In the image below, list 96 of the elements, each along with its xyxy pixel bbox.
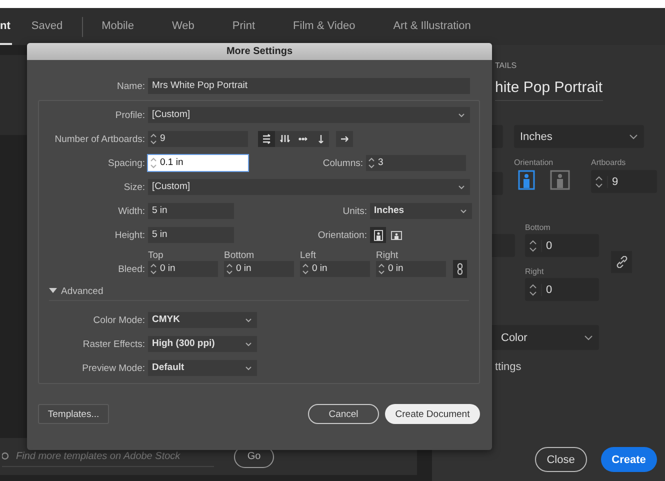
- row-arrow-icon: [298, 134, 308, 144]
- disclosure-triangle-icon: [49, 288, 57, 294]
- link-icon: [616, 256, 628, 268]
- more-settings-link[interactable]: ttings: [495, 361, 522, 373]
- close-button[interactable]: Close: [535, 447, 587, 472]
- stepper-icon: [378, 263, 385, 275]
- tab[interactable]: Web: [153, 8, 214, 45]
- settings-dropdown[interactable]: High (300 ppi): [148, 336, 257, 352]
- landscape-icon[interactable]: [550, 170, 570, 190]
- height-field[interactable]: 5 in: [148, 227, 234, 243]
- bleed-side-label: Top: [148, 250, 164, 260]
- section-label: TAILS: [495, 61, 517, 71]
- tab[interactable]: nt: [0, 8, 12, 45]
- artboards-label: Artboards: [591, 158, 627, 167]
- right-arrow-icon: [340, 134, 350, 144]
- width-field[interactable]: 5 in: [148, 203, 234, 219]
- bleed-side-label: Bottom: [224, 250, 256, 260]
- field-label: Orientation:: [316, 230, 367, 240]
- chevron-icon: [245, 342, 252, 346]
- bleed-side-label: Right: [376, 250, 400, 260]
- bottom-label: Bottom: [525, 223, 552, 232]
- spacing-spinner[interactable]: 0.1 in: [148, 155, 248, 171]
- search-icon: [2, 452, 10, 460]
- bleed-side-label: Left: [300, 250, 317, 260]
- link-button[interactable]: [611, 251, 632, 273]
- stepper-icon: [529, 238, 537, 252]
- field-label: Raster Effects:: [82, 338, 145, 350]
- chevron-icon: [458, 112, 465, 118]
- grid-arrow-icon: [280, 134, 290, 144]
- tab[interactable]: Mobile: [82, 8, 153, 45]
- settings-dropdown[interactable]: Default: [148, 360, 257, 376]
- size-dropdown[interactable]: [Custom]: [148, 179, 470, 195]
- search-field[interactable]: Find more templates on Adobe Stock: [2, 446, 214, 466]
- chevron-icon: [629, 134, 638, 140]
- field-label: Color Mode:: [92, 314, 145, 326]
- field-label: Name:: [116, 80, 145, 92]
- chevron-icon: [458, 184, 465, 190]
- chevron-icon: [584, 334, 593, 340]
- field-label: Size:: [122, 182, 145, 192]
- columns-spinner[interactable]: 3: [366, 155, 466, 171]
- templates-button[interactable]: Templates...: [38, 404, 109, 424]
- create-document-button[interactable]: Create Document: [385, 404, 480, 424]
- field-label: Profile:: [114, 110, 145, 120]
- stepper-icon: [529, 282, 537, 296]
- cancel-button[interactable]: Cancel: [308, 404, 379, 424]
- field-label: Columns:: [322, 158, 363, 168]
- stepper-icon: [302, 263, 309, 275]
- name-field[interactable]: Mrs White Pop Portrait: [148, 78, 470, 94]
- right-spinner[interactable]: 0: [525, 278, 599, 301]
- bottom-spinner[interactable]: 0: [525, 234, 599, 257]
- grid-arrow-icon: [262, 134, 272, 144]
- link-button[interactable]: [453, 260, 467, 278]
- tab[interactable]: Saved: [12, 8, 82, 45]
- field-label: Units:: [342, 206, 367, 216]
- artboards-spinner[interactable]: 9: [591, 170, 657, 193]
- field-label: Height:: [114, 230, 145, 240]
- portrait-icon[interactable]: [518, 170, 538, 190]
- advanced-toggle[interactable]: Advanced: [49, 284, 469, 301]
- portrait-button[interactable]: [370, 227, 386, 243]
- bleed-spinner[interactable]: 0 in: [224, 261, 294, 277]
- preset-title[interactable]: hite Pop Portrait: [495, 79, 603, 101]
- units-dropdown[interactable]: Inches: [514, 125, 644, 148]
- stepper-icon: [150, 133, 157, 145]
- create-button[interactable]: Create: [600, 447, 657, 472]
- stepper-icon: [368, 157, 375, 169]
- settings-dropdown[interactable]: CMYK: [148, 312, 257, 328]
- stepper-icon: [595, 174, 603, 188]
- layout-button[interactable]: [258, 131, 275, 147]
- chain-icon: [457, 263, 463, 275]
- column-arrow-icon: [316, 134, 326, 144]
- bleed-spinner[interactable]: 0 in: [376, 261, 446, 277]
- stepper-icon: [226, 263, 233, 275]
- artboards-spinner[interactable]: 9: [148, 131, 248, 147]
- orientation-label: Orientation: [514, 158, 554, 167]
- tab[interactable]: Art & Illustration: [374, 8, 490, 45]
- landscape-icon: [390, 230, 402, 240]
- field-label: Width:: [117, 206, 145, 216]
- field-label: Preview Mode:: [81, 362, 145, 374]
- stepper-icon: [150, 157, 157, 169]
- stepper-icon: [150, 263, 157, 275]
- units-dropdown[interactable]: Inches: [370, 203, 472, 219]
- dialog-title: More Settings: [226, 46, 293, 57]
- field-label: Bleed:: [117, 264, 145, 274]
- chevron-icon: [245, 366, 252, 370]
- portrait-icon: [372, 230, 384, 240]
- direction-button[interactable]: [336, 131, 353, 147]
- right-label: Right: [525, 267, 545, 276]
- bleed-spinner[interactable]: 0 in: [148, 261, 218, 277]
- profile-dropdown[interactable]: [Custom]: [148, 107, 470, 123]
- tab[interactable]: Print: [213, 8, 274, 45]
- field-label: Spacing:: [107, 158, 145, 168]
- field-label: Number of Artboards:: [54, 134, 145, 144]
- chevron-icon: [245, 318, 252, 322]
- bleed-spinner[interactable]: 0 in: [300, 261, 370, 277]
- chevron-icon: [460, 208, 467, 214]
- tab[interactable]: Film & Video: [274, 8, 374, 45]
